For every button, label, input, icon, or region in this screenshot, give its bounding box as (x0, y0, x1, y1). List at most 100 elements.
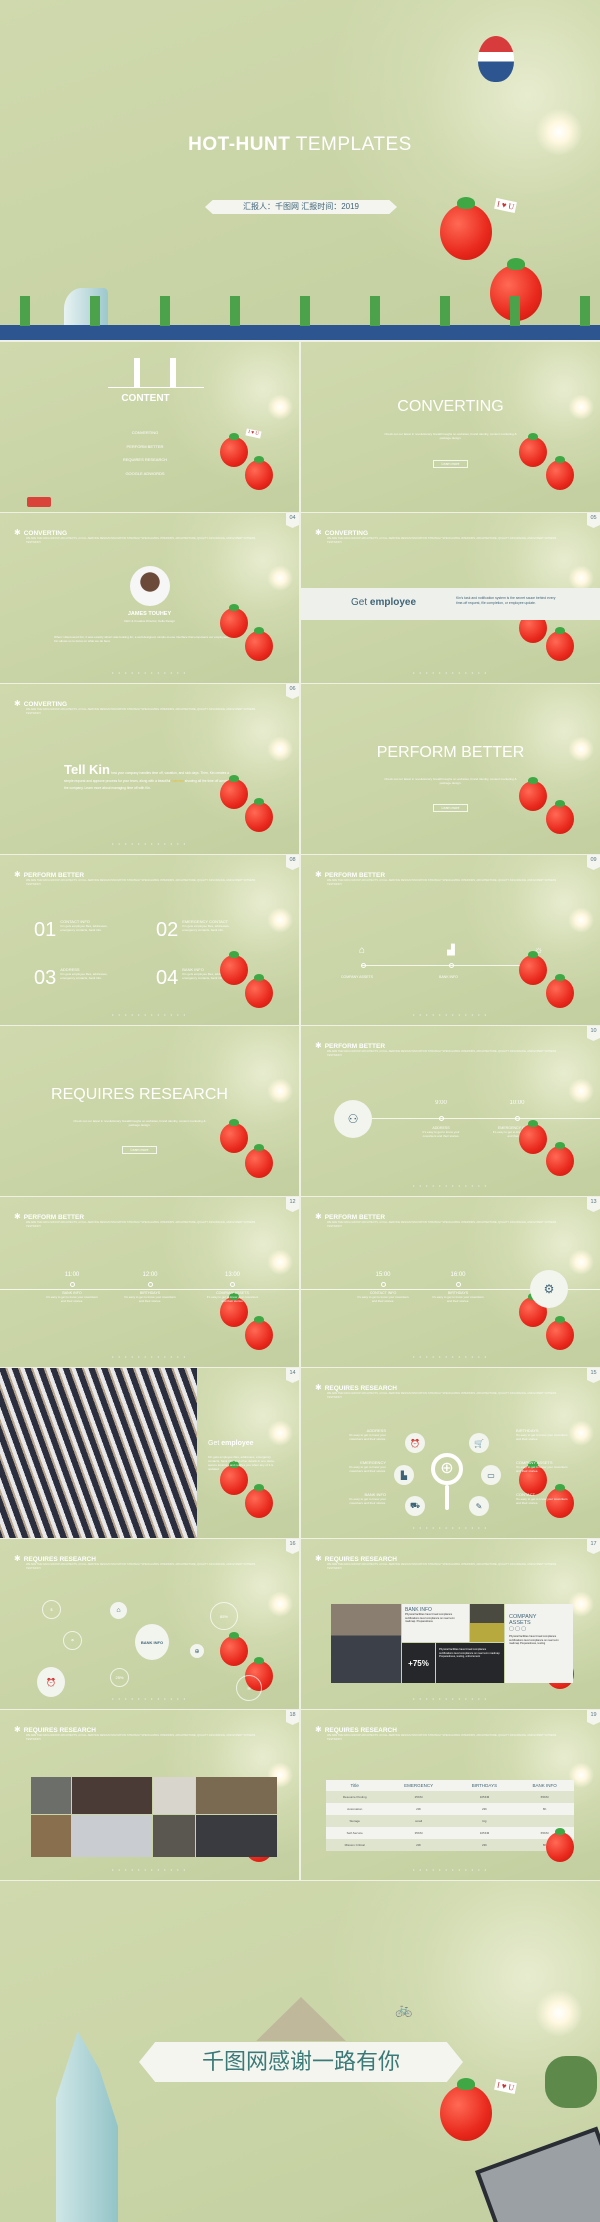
cover-title: HOT-HUNT TEMPLATES (0, 134, 600, 156)
decoration: calendar (171, 778, 184, 783)
slide-header: ✱ CONVERTING (14, 528, 67, 537)
star-icon: ✱ (14, 1212, 21, 1221)
sun-glow (568, 1420, 594, 1446)
sun-glow (267, 907, 293, 933)
devices-icon[interactable]: ▭ (481, 1465, 501, 1485)
decoration: Physical facilities have broad complianc… (405, 1613, 455, 1623)
banner-text: Kin's task and notification system is th… (456, 596, 556, 605)
tomato-decoration (245, 1144, 273, 1178)
building-icon[interactable]: ▙ (394, 1465, 414, 1485)
bank-info-bubble[interactable]: BANK INFO (135, 1624, 169, 1660)
bridge-illustration (256, 1997, 346, 2041)
data-table: Title EMERGENCY BIRTHDAYS BANK INFO Resourc… (326, 1780, 574, 1851)
money-bag-icon[interactable]: $ (42, 1600, 61, 1619)
tomato-decoration (546, 1828, 574, 1862)
home-icon[interactable]: ⌂ (110, 1602, 127, 1619)
decoration: It's easy to get to know your coworkers … (206, 1295, 259, 1303)
chat-icon[interactable]: ✎ (469, 1496, 489, 1516)
decoration: 10:00 (501, 1100, 533, 1106)
decoration: It's easy to get to know your coworkers … (432, 1295, 484, 1303)
cover-subtitle: 汇报人：千图网 汇报时间：2019 (205, 200, 397, 214)
person-role: CEO & Creative Director, Kello Design (123, 619, 176, 623)
slide-dots: • • • • • • • • • • • • (412, 670, 489, 675)
star-icon: ✱ (14, 1725, 21, 1734)
decoration: It's easy to get to know your coworkers … (348, 1497, 386, 1505)
get-employee-title: Get employee (208, 1440, 254, 1447)
timeline-label: COMPANY ASSETS (341, 975, 373, 979)
page-number: 05 (587, 513, 600, 528)
sun-glow (267, 1420, 293, 1446)
decoration: small (415, 1819, 423, 1823)
sun-glow (267, 1591, 293, 1617)
sun-glow (568, 1249, 594, 1275)
page-number: 17 (587, 1539, 600, 1554)
i-love-u-flag: I ♥ U (494, 197, 518, 214)
i-love-u-flag: I ♥ U (494, 2078, 518, 2095)
decoration: ✱ REQUIRES RESEARCH (315, 1554, 397, 1563)
timeline-node (439, 1116, 444, 1121)
decoration: 35KM (414, 1831, 423, 1835)
slide-subtitle: WE ARE THE DAKA GROUP ARCHITECTS, A FULL… (327, 879, 557, 886)
slide-header: PERFORM BETTER (23, 1214, 85, 1221)
slide-dots: • • • • • • • • • • • • (111, 841, 188, 846)
decoration: Title (350, 1783, 359, 1788)
alarm-clock-icon[interactable]: ⏰ (37, 1667, 65, 1697)
decoration: Kin gets employee files, addresses, emer… (60, 924, 108, 932)
page-number: 13 (587, 1197, 600, 1212)
cart-icon[interactable]: 🛒 (469, 1433, 489, 1453)
slide-subtitle: WE ARE THE DAKA GROUP ARCHITECTS, A FULL… (26, 1221, 256, 1228)
decoration: 23h (481, 1807, 487, 1811)
bank-info-card: BANK INFO Physical facilities have broad … (402, 1604, 469, 1642)
decoration: ✱ PERFORM BETTER (14, 1212, 84, 1221)
learn-more-button[interactable]: Learn more (432, 460, 469, 468)
tomato-decoration (519, 777, 547, 811)
decoration (196, 1777, 277, 1814)
star-icon: ✱ (14, 699, 21, 708)
decoration: 25KM (414, 1795, 423, 1799)
slide-header: CONVERTING (23, 701, 68, 708)
tomato-decoration (440, 197, 492, 260)
plus-circle-icon[interactable]: ⊕ (190, 1644, 204, 1658)
decoration: Get (208, 1440, 222, 1447)
hot-air-balloon-icon (478, 36, 514, 82)
alarm-clock-icon[interactable]: ⏰ (405, 1433, 425, 1453)
slide-header: REQUIRES RESEARCH (23, 1556, 96, 1563)
slide-subtitle: WE ARE THE DAKA GROUP ARCHITECTS, A FULL… (26, 879, 256, 886)
umbrella-icon[interactable]: ☂ (63, 1631, 82, 1650)
slide-contents: CONTENT CONVERTING PERFORM BETTER REQUIR… (0, 342, 299, 512)
transport-icon[interactable]: ⛟ (405, 1496, 425, 1516)
star-icon: ✱ (315, 1725, 322, 1734)
slide-subtitle: WE ARE THE DAKA GROUP ARCHITECTS, A FULL… (26, 708, 256, 715)
star-icon: ✱ (315, 1041, 322, 1050)
decoration: COMPANY ASSETS (509, 1614, 537, 1626)
tomato-decoration (220, 1632, 248, 1666)
decoration: It's easy to get to know your coworkers … (422, 1130, 460, 1138)
slide-subtitle: WE ARE THE DAKA GROUP ARCHITECTS, A FULL… (327, 1563, 557, 1570)
gears-icon[interactable]: ⚙ (530, 1270, 568, 1308)
decoration: Self-Service (346, 1831, 363, 1835)
slide-16: ✱ REQUIRES RESEARCH WE ARE THE DAKA GROUP… (0, 1539, 299, 1709)
slide-header: REQUIRES RESEARCH (23, 1727, 96, 1734)
decoration: 23h (416, 1807, 422, 1811)
feature-right: BIRTHDAYS It's easy to get to know your c… (516, 1428, 571, 1441)
slide-dots: • • • • • • • • • • • • (412, 1867, 489, 1872)
table-row: Mission Critical 23h 23h 8h (326, 1839, 574, 1851)
slide-18: ✱ REQUIRES RESEARCH WE ARE THE DAKA GROUP… (0, 1710, 299, 1880)
office-photo (470, 1604, 504, 1642)
bus-icon (27, 497, 51, 507)
slide-04: ✱ CONVERTING WE ARE THE DAKA GROUP ARCHIT… (0, 513, 299, 683)
decoration: It's easy to get to know your coworkers … (357, 1295, 409, 1303)
person-name: JAMES TOUHEY (127, 611, 172, 617)
slide-dots: • • • • • • • • • • • • (412, 1183, 489, 1188)
decoration (196, 1815, 277, 1857)
tomato-decoration (220, 775, 248, 809)
learn-more-button[interactable]: Learn more (121, 1146, 158, 1154)
section-desc: Check out our latest in revolutionary br… (73, 1119, 206, 1127)
learn-more-button[interactable]: Learn more (432, 804, 469, 812)
chat-icon[interactable]: ✉ (236, 1675, 262, 1701)
bar-chart-icon: ▟ (447, 945, 455, 956)
page-number: 18 (286, 1710, 299, 1725)
page-number: 15 (587, 1368, 600, 1383)
user-question-icon[interactable]: ⚇ (334, 1100, 372, 1138)
tomato-decoration (546, 1316, 574, 1350)
